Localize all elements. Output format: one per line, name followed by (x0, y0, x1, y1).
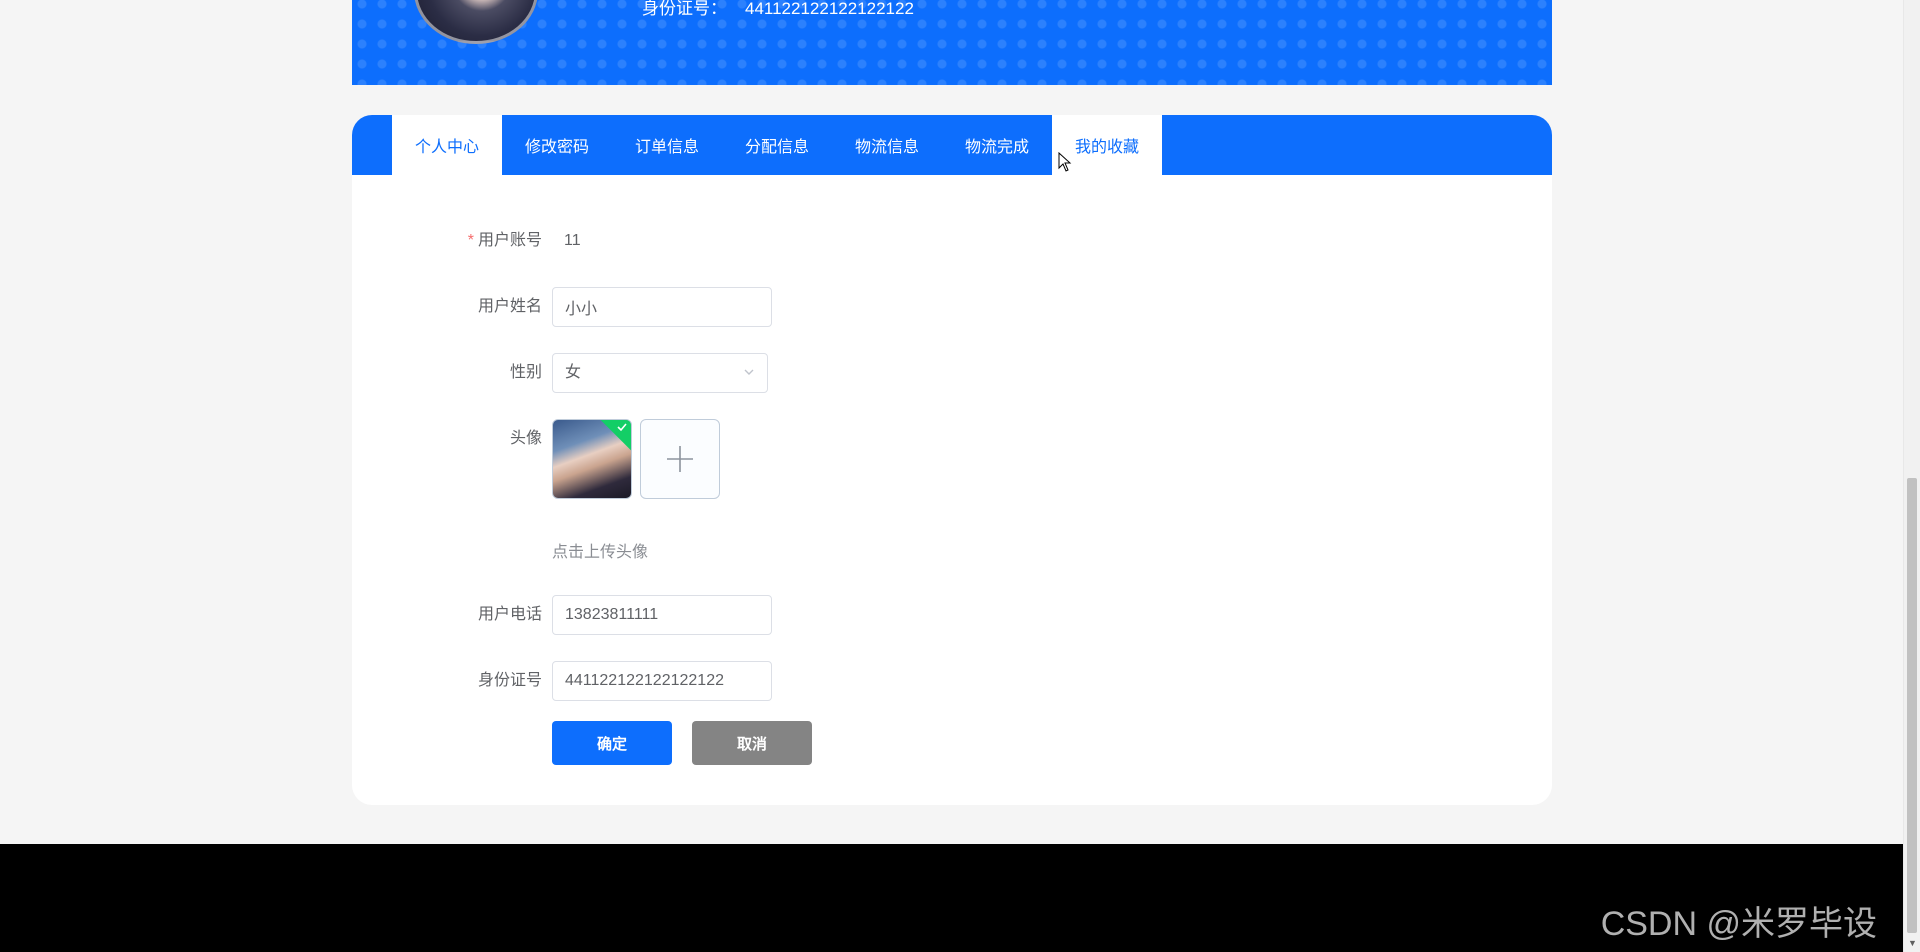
phone-label: 用户电话 (477, 606, 542, 623)
upload-avatar-hint[interactable]: 点击上传头像 (552, 538, 648, 562)
chevron-down-icon (744, 369, 754, 375)
banner-id-value: 441122122122122122 (745, 0, 914, 18)
plus-icon (667, 446, 693, 472)
profile-banner: 身份证号： 441122122122122122 (352, 0, 1552, 85)
form-row-name: 用户姓名 (352, 287, 1552, 327)
tab-change-password[interactable]: 修改密码 (502, 115, 612, 175)
name-label: 用户姓名 (477, 298, 542, 315)
required-mark: * (467, 232, 474, 249)
scroll-down-arrow-icon[interactable]: ▼ (1908, 938, 1917, 948)
avatar-thumbnail[interactable] (552, 419, 632, 499)
confirm-button[interactable]: 确定 (552, 721, 672, 765)
scrollbar-thumb[interactable] (1907, 478, 1917, 933)
account-label-text: 用户账号 (477, 232, 542, 249)
tab-order-info[interactable]: 订单信息 (612, 115, 722, 175)
gender-label: 性别 (509, 364, 542, 381)
form-row-phone: 用户电话 (352, 595, 1552, 635)
banner-avatar (414, 0, 538, 44)
form-row-gender: 性别 女 (352, 353, 1552, 393)
idcard-input[interactable] (552, 661, 772, 701)
profile-form-card: *用户账号 11 用户姓名 性别 女 头像 点击上传头像 用户电 (352, 175, 1552, 805)
name-input[interactable] (552, 287, 772, 327)
form-row-idcard: 身份证号 (352, 661, 1552, 701)
form-row-avatar: 头像 (352, 419, 1552, 499)
account-value: 11 (564, 232, 581, 249)
banner-id-label: 身份证号： (642, 0, 727, 18)
watermark: CSDN @米罗毕设 (1600, 905, 1877, 943)
tabs-bar: 个人中心 修改密码 订单信息 分配信息 物流信息 物流完成 我的收藏 (352, 115, 1552, 175)
gender-select[interactable]: 女 (552, 353, 768, 393)
tab-logistics-complete[interactable]: 物流完成 (942, 115, 1052, 175)
tab-assignment-info[interactable]: 分配信息 (722, 115, 832, 175)
idcard-label: 身份证号 (477, 672, 542, 689)
banner-id-line: 身份证号： 441122122122122122 (642, 0, 914, 18)
page-footer: CSDN @米罗毕设 (0, 844, 1903, 952)
phone-input[interactable] (552, 595, 772, 635)
check-icon (617, 423, 627, 432)
mouse-cursor-icon (1058, 152, 1072, 172)
tab-logistics-info[interactable]: 物流信息 (832, 115, 942, 175)
gender-select-value: 女 (565, 364, 582, 381)
avatar-upload-button[interactable] (640, 419, 720, 499)
avatar-label: 头像 (509, 430, 542, 447)
tab-personal-center[interactable]: 个人中心 (392, 115, 502, 175)
account-label: * 用户账号 (352, 221, 542, 261)
vertical-scrollbar[interactable]: ▼ (1903, 0, 1920, 952)
form-row-account: * 用户账号 11 (352, 221, 1552, 261)
cancel-button[interactable]: 取消 (692, 721, 812, 765)
